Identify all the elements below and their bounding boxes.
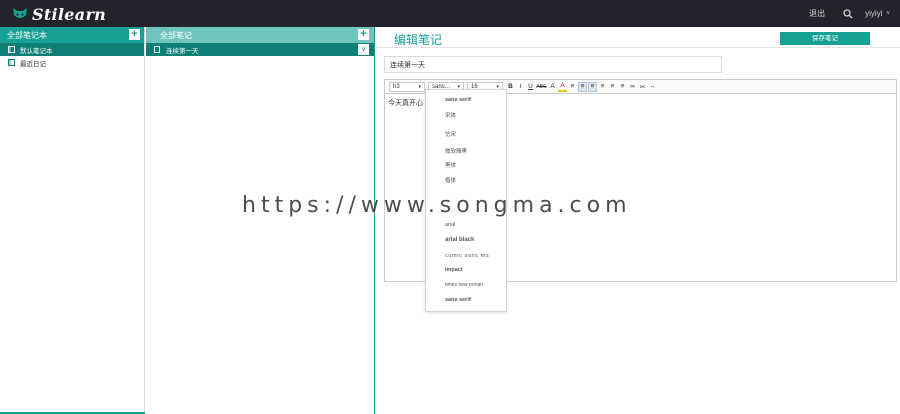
font-option[interactable]: 微软雅黑 [445,147,467,155]
note-list-header: 全部笔记 + [146,27,374,43]
chevron-down-icon[interactable]: ˅ [358,44,369,55]
notebook-item-label: 最近日记 [20,60,46,68]
user-menu[interactable]: yiyiyi ˅ [865,9,890,18]
highlight-color-button[interactable]: A [558,82,567,92]
unordered-list-icon[interactable]: ≡ [578,81,587,92]
link-icon[interactable]: ∞ [628,82,637,92]
italic-button[interactable]: I [516,82,525,92]
app-logo[interactable]: Stilearn [12,4,106,24]
notebook-item-label: 默认笔记本 [20,47,53,55]
block-format-select[interactable]: h3 ▾ [389,81,425,92]
top-navbar: Stilearn 退出 yiyiyi ˅ [0,0,900,27]
strikethrough-button[interactable]: ABC [536,82,547,92]
align-left-icon[interactable]: ≡ [588,81,597,92]
search-icon[interactable] [843,8,853,19]
logo-text: Stilearn [32,4,107,24]
note-list-title: 全部笔记 [160,30,192,40]
note-list-panel: 全部笔记 + 连续第一天 ˅ [146,27,375,414]
add-notebook-button[interactable]: + [129,29,140,40]
notebook-panel: 全部笔记本 + 默认笔记本 最近日记 [0,27,145,414]
editor-header-divider [376,47,900,48]
horizontal-rule-icon[interactable]: ↔ [648,82,657,92]
align-justify-icon[interactable]: ≡ [618,82,627,92]
note-item[interactable]: 连续第一天 ˅ [146,43,374,56]
font-option[interactable]: 黑体 [445,161,456,169]
notebook-panel-header: 全部笔记本 + [0,27,144,43]
font-option[interactable]: 宋体 [445,111,456,119]
logout-link[interactable]: 退出 [809,8,825,19]
notebook-item-recent[interactable]: 最近日记 [0,56,144,69]
note-title-input[interactable] [384,56,722,73]
notebook-panel-title: 全部笔记本 [7,30,47,40]
font-option[interactable]: comic sans ms [445,253,489,259]
notebook-icon [8,59,15,66]
font-option[interactable]: sans serif [445,97,471,103]
add-note-button[interactable]: + [358,29,369,40]
cat-face-icon [13,8,27,18]
chevron-down-icon: ˅ [886,10,890,17]
notebook-icon [8,46,15,53]
font-option[interactable]: impact [445,267,463,273]
save-note-button[interactable]: 保存笔记 [780,32,870,45]
editor-heading: 编辑笔记 [394,33,443,47]
chevron-down-icon: ▾ [418,83,421,90]
block-format-value: h3 [393,83,400,90]
note-item-label: 连续第一天 [166,47,199,55]
notebook-item-default[interactable]: 默认笔记本 [0,43,144,56]
font-option[interactable]: arial [445,222,455,228]
font-color-button[interactable]: A [548,82,557,92]
unlink-icon[interactable]: ✂ [638,82,647,92]
ordered-list-icon[interactable]: ≡ [568,82,577,92]
bold-button[interactable]: B [506,82,515,92]
underline-button[interactable]: U [526,82,535,92]
topbar-actions: 退出 yiyiyi ˅ [809,0,890,27]
font-option[interactable]: 仿宋 [445,130,456,138]
align-center-icon[interactable]: ≡ [598,82,607,92]
font-option[interactable]: sans serif [445,297,471,303]
align-right-icon[interactable]: ≡ [608,82,617,92]
note-icon [154,46,160,53]
username: yiyiyi [865,9,883,18]
font-option[interactable]: arial black [445,237,474,243]
font-option[interactable]: 楷体 [445,176,456,184]
watermark-text: https://www.songma.com [242,193,632,218]
font-option[interactable]: times new roman [445,282,483,288]
